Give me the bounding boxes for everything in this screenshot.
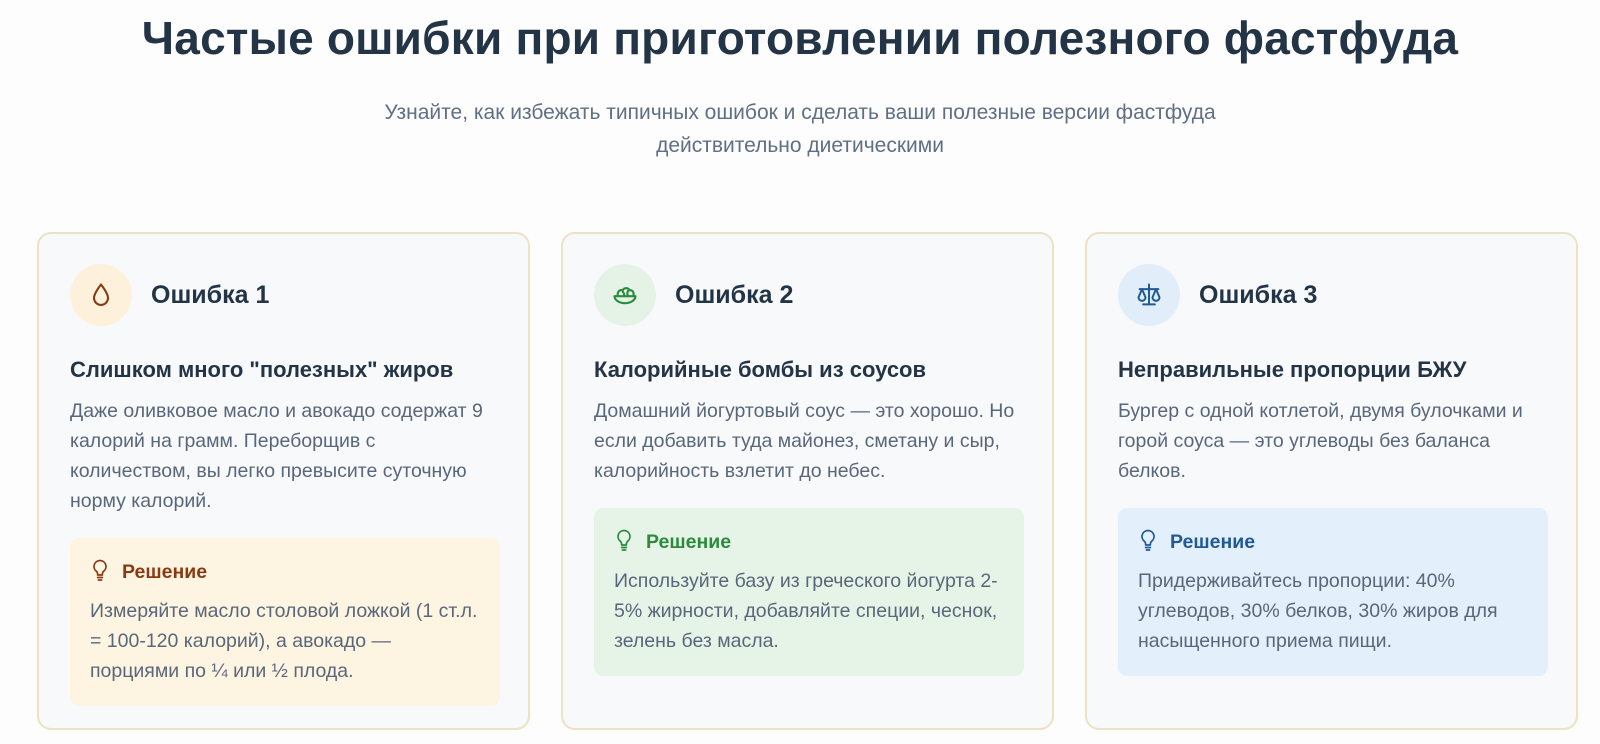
oil-drop-icon [70,264,132,326]
solution-text: Придерживайтесь пропорции: 40% углеводов… [1138,570,1498,652]
page-title: Частые ошибки при приготовлении полезног… [141,12,1459,64]
solution-title: Решение [1170,530,1256,553]
solution-box: Решение Измеряйте масло столовой ложкой … [70,538,500,706]
mistake-label: Ошибка 3 [1199,280,1318,309]
solution-header: Решение [1138,528,1528,556]
page-subtitle: Узнайте, как избежать типичных ошибок и … [384,101,1216,157]
salad-bowl-icon [594,264,656,326]
solution-title: Решение [122,560,208,583]
solution-box: Решение Придерживайтесь пропорции: 40% у… [1118,508,1548,676]
lightbulb-icon [614,528,634,557]
lightbulb-icon [1138,528,1158,557]
mistake-label: Ошибка 2 [675,280,794,309]
mistake-card-3: Ошибка 3 Неправильные пропорции БЖУ Бург… [1085,232,1578,730]
mistake-description: Даже оливковое масло и авокадо содержат … [70,400,483,512]
mistake-card-2: Ошибка 2 Калорийные бомбы из соусов Дома… [561,232,1054,730]
balance-scale-icon [1118,264,1180,326]
solution-box: Решение Используйте базу из греческого й… [594,508,1024,676]
page: Частые ошибки при приготовлении полезног… [0,0,1600,744]
card-header: Ошибка 1 [70,264,498,326]
solution-header: Решение [614,528,1004,556]
solution-text: Измеряйте масло столовой ложкой (1 ст.л.… [90,600,478,682]
mistake-description: Бургер с одной котлетой, двумя булочками… [1118,400,1523,482]
mistakes-grid: Ошибка 1 Слишком много "полезных" жиров … [37,232,1578,730]
header: Частые ошибки при приготовлении полезног… [0,0,1600,162]
card-header: Ошибка 3 [1118,264,1546,326]
mistake-label: Ошибка 1 [151,280,270,309]
mistake-card-1: Ошибка 1 Слишком много "полезных" жиров … [37,232,530,730]
solution-text: Используйте базу из греческого йогурта 2… [614,570,998,652]
solution-header: Решение [90,558,480,586]
solution-title: Решение [646,530,732,553]
mistake-heading: Калорийные бомбы из соусов [594,357,927,382]
lightbulb-icon [90,558,110,587]
card-header: Ошибка 2 [594,264,1022,326]
mistake-heading: Неправильные пропорции БЖУ [1118,357,1467,382]
mistake-heading: Слишком много "полезных" жиров [70,357,454,382]
mistake-description: Домашний йогуртовый соус — это хорошо. Н… [594,400,1015,482]
